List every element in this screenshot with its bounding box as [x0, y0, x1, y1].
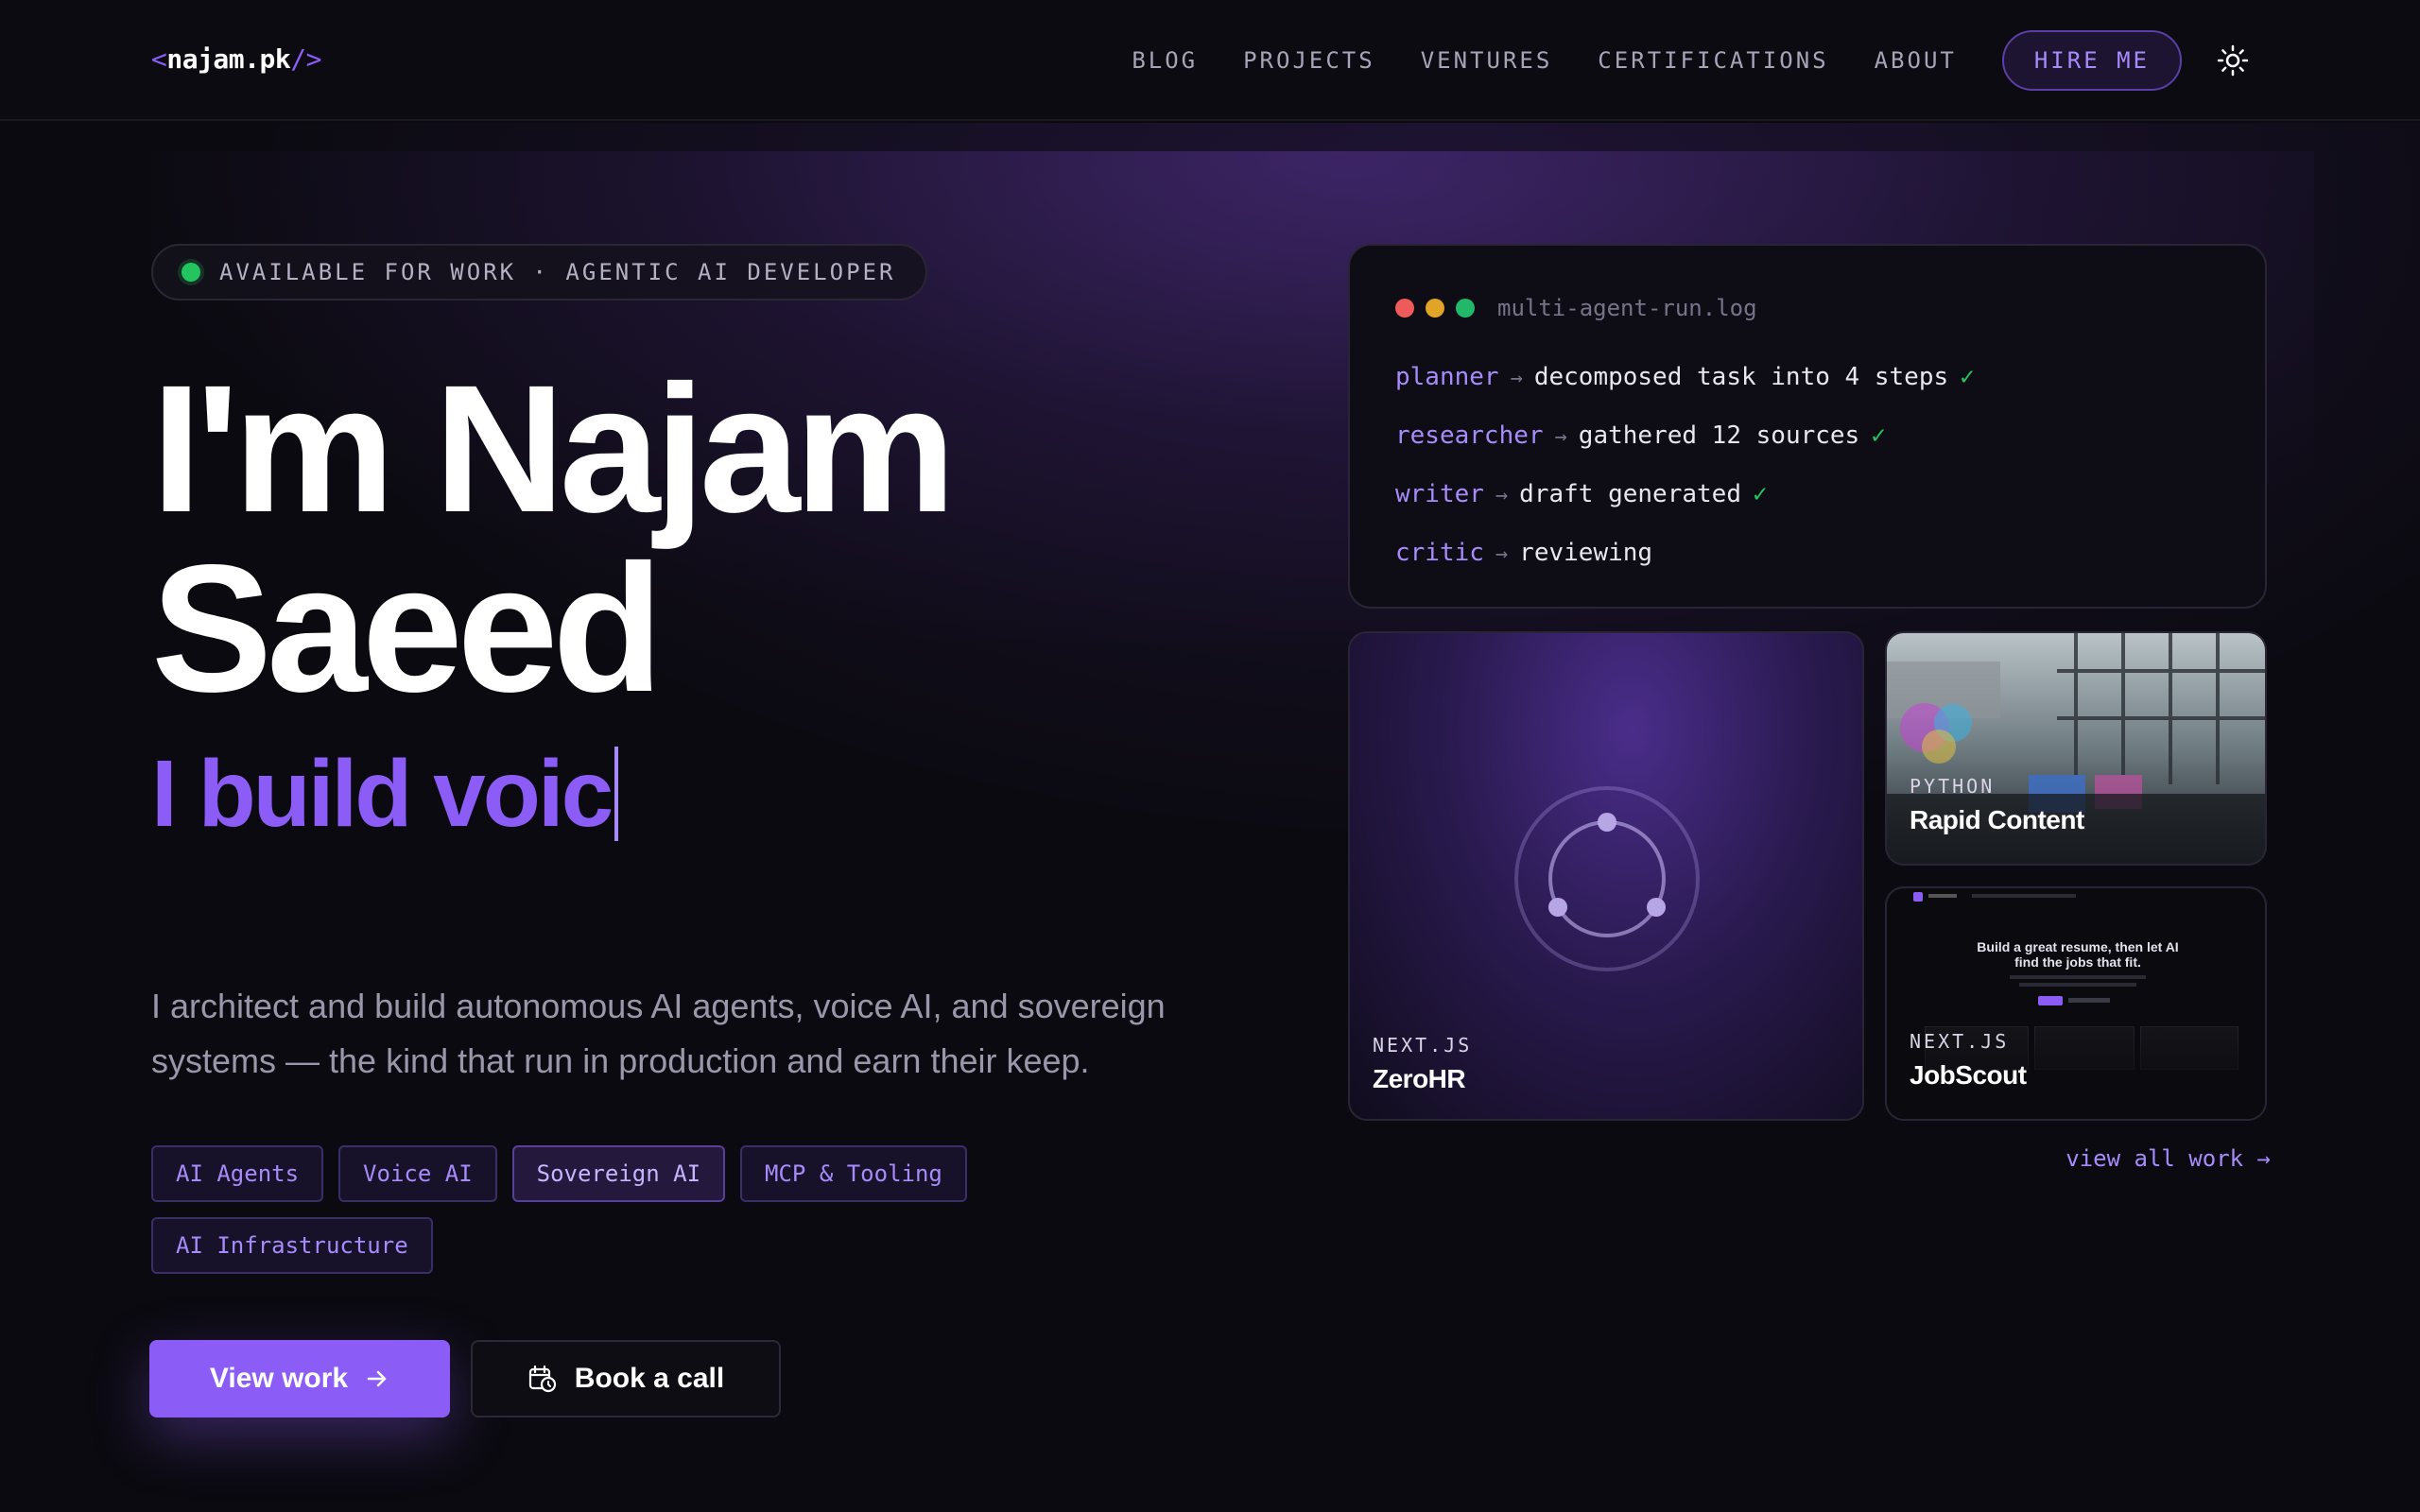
view-work-button[interactable]: View work — [149, 1340, 450, 1418]
tag-sovereign-ai[interactable]: Sovereign AI — [511, 1145, 726, 1202]
log-text: decomposed task into 4 steps — [1533, 363, 1949, 391]
log-line: critic → reviewing — [1395, 524, 1975, 582]
maximize-dot-icon — [1456, 299, 1475, 318]
nav-link-certifications[interactable]: CERTIFICATIONS — [1598, 47, 1828, 74]
availability-text: AVAILABLE FOR WORK · AGENTIC AI DEVELOPE… — [219, 259, 896, 285]
project-stack: PYTHON — [1910, 775, 1996, 798]
availability-badge: AVAILABLE FOR WORK · AGENTIC AI DEVELOPE… — [151, 244, 928, 301]
hero-heading-line2: Saeed — [151, 526, 664, 730]
orbit-icon — [1514, 786, 1700, 971]
project-title: JobScout — [1910, 1060, 2027, 1090]
nav-link-ventures[interactable]: VENTURES — [1421, 47, 1553, 74]
skill-tags: AI Agents Voice AI Sovereign AI MCP & To… — [151, 1145, 1002, 1289]
arrow-right-icon — [367, 1370, 387, 1387]
log-agent: writer — [1395, 480, 1484, 508]
project-stack: NEXT.JS — [1373, 1034, 1473, 1057]
log-text: gathered 12 sources — [1578, 421, 1860, 450]
nav-link-about[interactable]: ABOUT — [1875, 47, 1957, 74]
view-work-label: View work — [209, 1363, 349, 1394]
arrow-icon: → — [1510, 367, 1523, 390]
status-dot-icon — [182, 263, 200, 282]
site-logo[interactable]: <najam.pk/> — [151, 43, 321, 75]
hero-description: I architect and build autonomous AI agen… — [151, 987, 1166, 1080]
top-navigation: <najam.pk/> BLOG PROJECTS VENTURES CERTI… — [0, 0, 2420, 121]
book-call-label: Book a call — [574, 1363, 725, 1394]
log-agent: planner — [1395, 363, 1499, 391]
arrow-icon: → — [1495, 542, 1509, 566]
project-stack: NEXT.JS — [1910, 1030, 2010, 1053]
arrow-icon: → — [1554, 425, 1567, 449]
hero-heading: I'm Najam Saeed — [151, 347, 956, 730]
tag-voice-ai[interactable]: Voice AI — [338, 1145, 497, 1202]
check-icon: ✓ — [1752, 480, 1768, 508]
log-line: planner → decomposed task into 4 steps ✓ — [1395, 348, 1975, 406]
sun-icon[interactable] — [2216, 43, 2250, 77]
tag-ai-infrastructure[interactable]: AI Infrastructure — [151, 1217, 433, 1274]
project-card-zerohr[interactable]: NEXT.JS ZeroHR — [1348, 631, 1864, 1121]
project-card-rapid-content[interactable]: PYTHON Rapid Content — [1885, 631, 2267, 866]
terminal-lines: planner → decomposed task into 4 steps ✓ re… — [1395, 348, 1975, 582]
log-line: researcher → gathered 12 sources ✓ — [1395, 406, 1975, 465]
tag-mcp-tooling[interactable]: MCP & Tooling — [740, 1145, 967, 1202]
typewriter-content: I build voic — [151, 741, 614, 847]
log-text: draft generated — [1519, 480, 1741, 508]
check-icon: ✓ — [1960, 363, 1975, 391]
close-dot-icon — [1395, 299, 1414, 318]
calendar-clock-icon — [528, 1365, 556, 1393]
preview-headline-1: Build a great resume, then let AI — [1977, 939, 2179, 954]
tag-ai-agents[interactable]: AI Agents — [151, 1145, 324, 1202]
log-agent: critic — [1395, 539, 1484, 567]
typewriter-text: I build voic — [151, 737, 619, 850]
text-caret — [614, 747, 619, 841]
book-call-button[interactable]: Book a call — [471, 1340, 781, 1418]
nav-link-blog[interactable]: BLOG — [1132, 47, 1198, 74]
log-line: writer → draft generated ✓ — [1395, 465, 1975, 524]
project-title: Rapid Content — [1910, 805, 2084, 834]
project-card-jobscout[interactable]: Build a great resume, then let AI find t… — [1885, 886, 2267, 1121]
log-agent: researcher — [1395, 421, 1544, 450]
hire-me-button[interactable]: HIRE ME — [2001, 30, 2182, 91]
project-title: ZeroHR — [1373, 1064, 1466, 1093]
nav-link-projects[interactable]: PROJECTS — [1243, 47, 1375, 74]
view-all-work-link[interactable]: view all work → — [2063, 1145, 2271, 1172]
log-text: reviewing — [1519, 539, 1653, 567]
terminal-header: multi-agent-run.log — [1395, 295, 1757, 321]
terminal-filename: multi-agent-run.log — [1497, 295, 1757, 321]
check-icon: ✓ — [1871, 421, 1886, 450]
arrow-icon: → — [1495, 484, 1509, 507]
hero-heading-line1: I'm Najam — [151, 347, 956, 550]
minimize-dot-icon — [1426, 299, 1444, 318]
nav-links: BLOG PROJECTS VENTURES CERTIFICATIONS AB… — [1132, 0, 2420, 121]
preview-headline-2: find the jobs that fit. — [2014, 954, 2141, 970]
agent-log-terminal: multi-agent-run.log planner → decomposed t… — [1348, 244, 2267, 609]
